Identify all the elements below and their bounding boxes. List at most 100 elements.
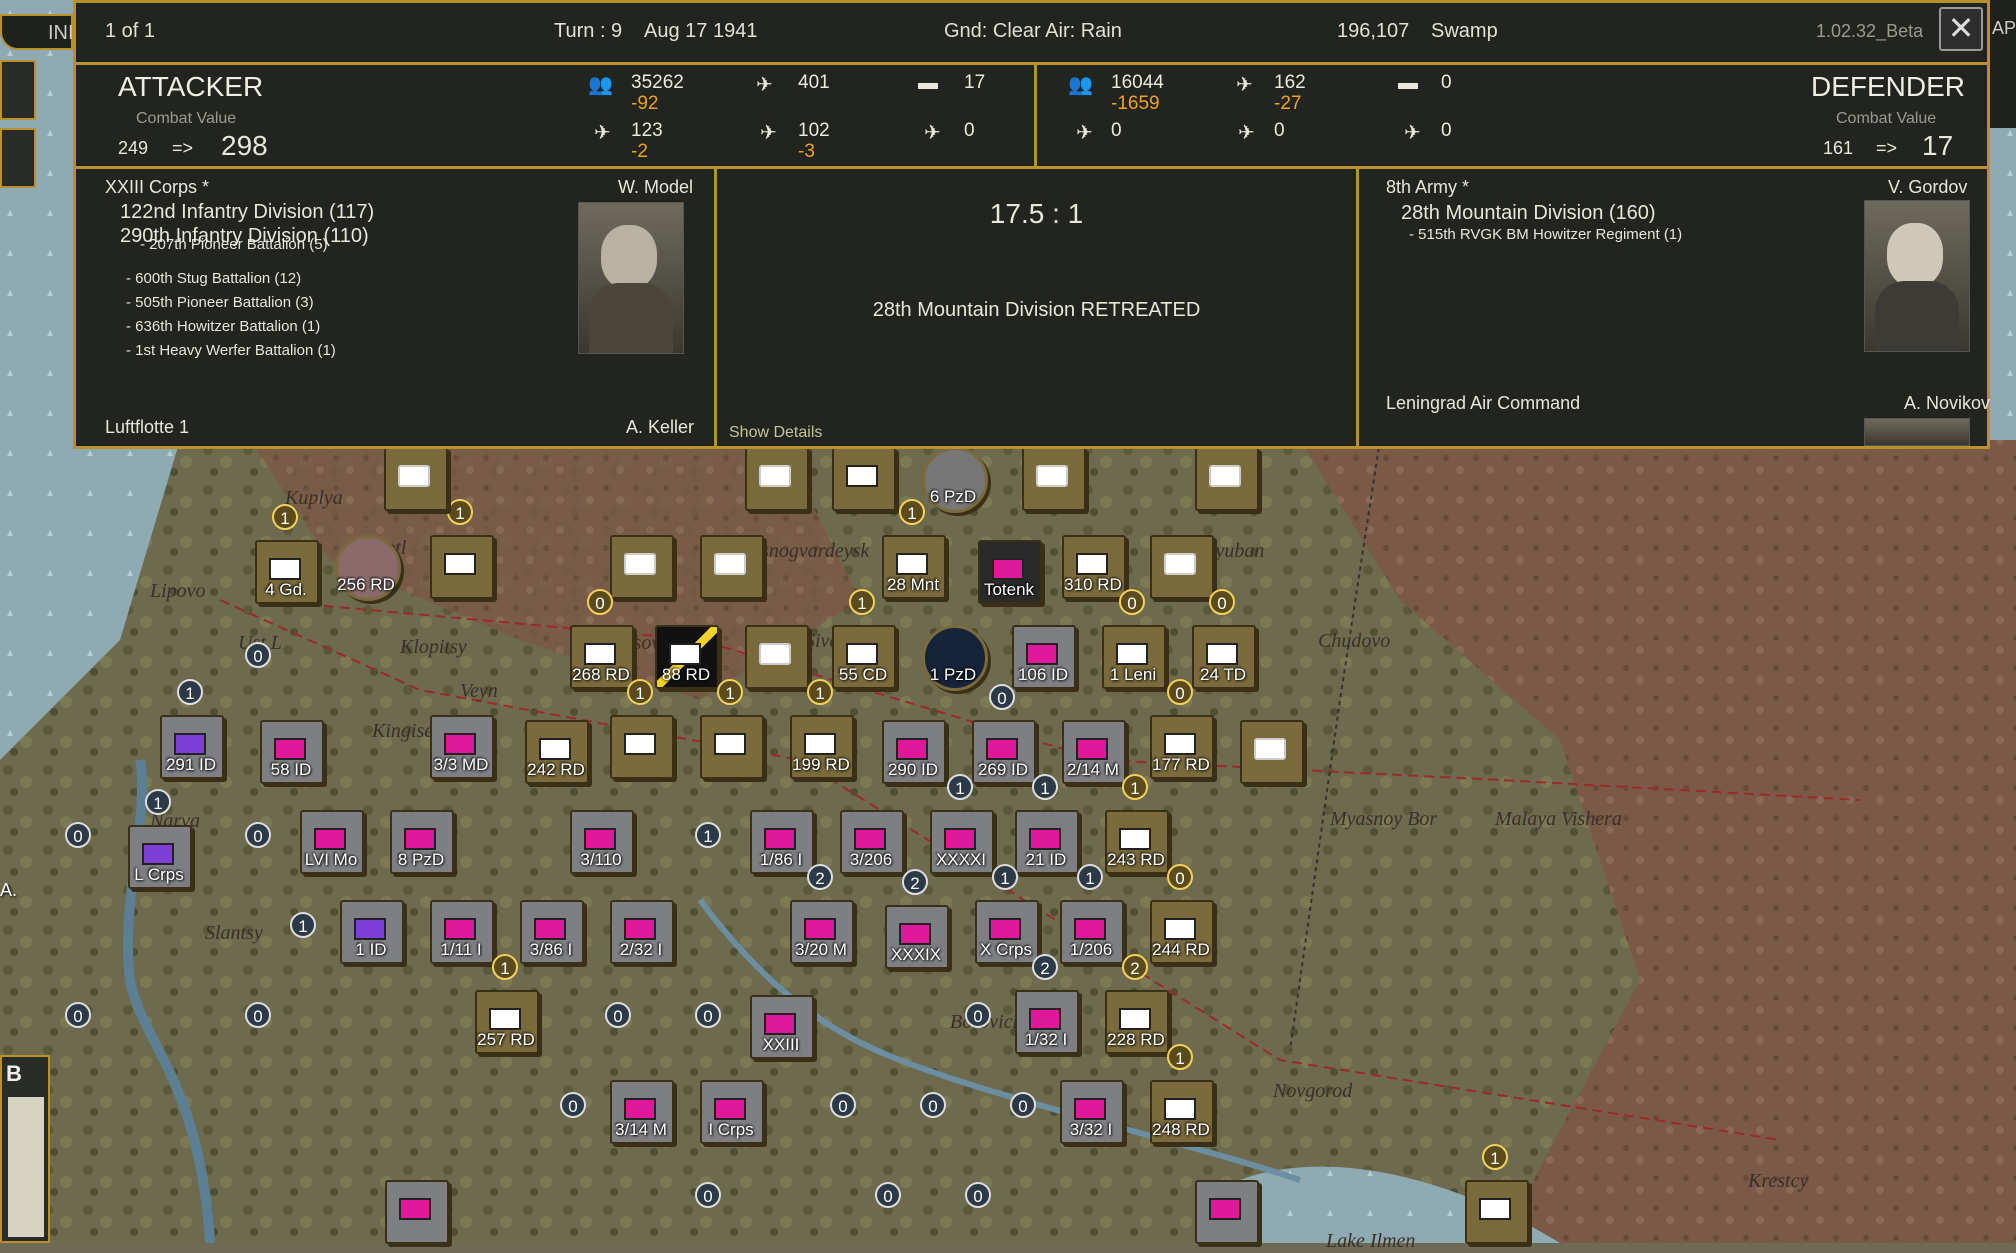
- unit-counter[interactable]: 243 RD 1: [1105, 774, 1169, 874]
- unit-counter[interactable]: XXIII: [750, 995, 814, 1059]
- unit-counter[interactable]: 55 CD 1: [832, 589, 896, 689]
- zero-marker[interactable]: 0: [560, 1092, 586, 1118]
- unit-counter[interactable]: 3/206: [840, 810, 904, 874]
- unit-counter[interactable]: [700, 535, 764, 599]
- unit-counter[interactable]: 1: [1022, 411, 1086, 511]
- supply-badge: 1: [947, 774, 973, 800]
- zero-marker[interactable]: 0: [830, 1092, 856, 1118]
- unit-counter[interactable]: 248 RD 1: [1150, 1044, 1214, 1144]
- info-tab[interactable]: INI: [0, 14, 74, 50]
- zero-marker[interactable]: 0: [245, 822, 271, 848]
- unit-counter[interactable]: 242 RD: [525, 720, 589, 784]
- unit-counter[interactable]: 1: [832, 411, 896, 511]
- unit-counter[interactable]: 8 PzD: [390, 810, 454, 874]
- unit-counter[interactable]: 3/3 MD: [430, 715, 494, 779]
- unit-counter[interactable]: 257 RD 1: [475, 954, 539, 1054]
- unit-counter[interactable]: 1/32 I 2: [1015, 954, 1079, 1054]
- unit-counter[interactable]: 3/20 M 2: [790, 864, 854, 964]
- unit-counter[interactable]: [1195, 447, 1259, 511]
- zero-marker[interactable]: 0: [65, 822, 91, 848]
- unit-counter[interactable]: 290 ID: [882, 720, 946, 784]
- unit-counter[interactable]: 3/14 M: [610, 1080, 674, 1144]
- attacker-commander-portrait[interactable]: [578, 202, 684, 354]
- tool-button[interactable]: [0, 128, 36, 188]
- unit-counter[interactable]: [1150, 535, 1214, 599]
- unit-counter[interactable]: 1 PzD: [922, 625, 988, 691]
- minimap-view[interactable]: [8, 1097, 44, 1237]
- zero-marker[interactable]: 0: [65, 1002, 91, 1028]
- unit-counter[interactable]: 256 RD: [335, 535, 401, 601]
- zero-marker[interactable]: 0: [245, 642, 271, 668]
- supply-badge: 1: [1482, 1144, 1508, 1170]
- defender-bombers: 0: [1274, 120, 1285, 141]
- unit-counter[interactable]: [745, 625, 809, 689]
- unit-counter[interactable]: 1/206 1: [1060, 864, 1124, 964]
- unit-counter[interactable]: 2/14 M: [1062, 720, 1126, 784]
- unit-counter[interactable]: XXXIX 2: [885, 869, 949, 969]
- unit-label: 3/110: [580, 850, 622, 869]
- close-button[interactable]: ✕: [1939, 7, 1983, 51]
- unit-counter[interactable]: [610, 535, 674, 599]
- hex-mode-button[interactable]: [0, 60, 36, 120]
- unit-counter[interactable]: 3/86 I: [520, 900, 584, 964]
- unit-counter[interactable]: [1240, 720, 1304, 784]
- unit-counter[interactable]: 310 RD: [1062, 535, 1126, 599]
- unit-counter[interactable]: LVI Mo: [300, 810, 364, 874]
- zero-marker[interactable]: 0: [245, 1002, 271, 1028]
- unit-counter[interactable]: 4 Gd. 1: [255, 504, 319, 604]
- unit-counter[interactable]: 1: [610, 679, 674, 779]
- zero-marker[interactable]: 0: [605, 1002, 631, 1028]
- unit-counter[interactable]: 3/32 I: [1060, 1080, 1124, 1144]
- unit-counter[interactable]: 3/110: [570, 810, 634, 874]
- unit-counter[interactable]: 28 Mnt 1: [882, 499, 946, 599]
- one-marker[interactable]: 1: [290, 912, 316, 938]
- unit-counter[interactable]: 1: [1465, 1144, 1529, 1244]
- unit-counter[interactable]: 1 Leni 0: [1102, 589, 1166, 689]
- unit-counter[interactable]: X Crps 1: [975, 864, 1039, 964]
- unit-counter[interactable]: [1195, 1180, 1259, 1244]
- unit-counter[interactable]: [385, 1180, 449, 1244]
- unit-counter[interactable]: 88 RD: [655, 625, 719, 689]
- unit-counter[interactable]: [384, 447, 448, 511]
- unit-counter[interactable]: I Crps: [700, 1080, 764, 1144]
- unit-counter[interactable]: 199 RD 1: [790, 679, 854, 779]
- minimap-panel[interactable]: B: [0, 1055, 50, 1243]
- unit-counter[interactable]: [745, 447, 809, 511]
- zero-marker[interactable]: 0: [965, 1002, 991, 1028]
- unit-counter[interactable]: L Crps 1: [128, 789, 192, 889]
- unit-counter[interactable]: 1/11 I: [430, 900, 494, 964]
- zero-marker[interactable]: 0: [920, 1092, 946, 1118]
- unit-counter[interactable]: 244 RD 0: [1150, 864, 1214, 964]
- unit-counter[interactable]: 58 ID: [260, 720, 324, 784]
- zero-marker[interactable]: 0: [695, 1182, 721, 1208]
- unit-counter[interactable]: 24 TD 0: [1192, 589, 1256, 689]
- unit-counter[interactable]: 1/86 I: [750, 810, 814, 874]
- show-details-link[interactable]: Show Details: [729, 424, 822, 442]
- zero-marker[interactable]: 0: [965, 1182, 991, 1208]
- right-tab[interactable]: AP: [1990, 0, 2016, 128]
- unit-counter[interactable]: 1: [700, 679, 764, 779]
- defender-commander-portrait[interactable]: [1864, 200, 1970, 352]
- unit-counter[interactable]: 268 RD 0: [570, 589, 634, 689]
- zero-marker[interactable]: 0: [695, 1002, 721, 1028]
- unit-counter[interactable]: 291 ID 1: [160, 679, 224, 779]
- unit-counter[interactable]: 177 RD 0: [1150, 679, 1214, 779]
- unit-counter[interactable]: 106 ID: [1012, 625, 1076, 689]
- place-label: Lake Ilmen: [1326, 1230, 1416, 1252]
- unit-counter[interactable]: 6 PzD: [922, 447, 988, 513]
- supply-badge: 1: [272, 504, 298, 530]
- zero-marker[interactable]: 0: [1010, 1092, 1036, 1118]
- unit-counter[interactable]: 21 ID 1: [1015, 774, 1079, 874]
- unit-counter[interactable]: XXXXI 1: [930, 774, 994, 874]
- unit-counter[interactable]: 1 ID: [340, 900, 404, 964]
- unit-type-icon: [846, 643, 878, 665]
- air-commander-portrait[interactable]: [1864, 418, 1970, 446]
- unit-counter[interactable]: 269 ID 0: [972, 684, 1036, 784]
- unit-counter[interactable]: 2/32 I: [610, 900, 674, 964]
- unit-counter[interactable]: 228 RD 2: [1105, 954, 1169, 1054]
- unit-counter[interactable]: Totenk: [978, 540, 1042, 604]
- one-marker[interactable]: 1: [695, 822, 721, 848]
- zero-marker[interactable]: 0: [875, 1182, 901, 1208]
- unit-type-icon: [624, 733, 656, 755]
- unit-counter[interactable]: 1: [430, 499, 494, 599]
